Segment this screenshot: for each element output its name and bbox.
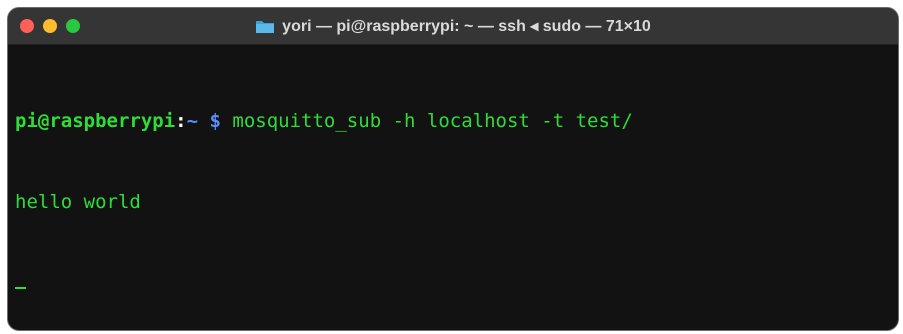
prompt-user-host: pi@raspberrypi — [15, 110, 176, 132]
window-title: yori — pi@raspberrypi: ~ — ssh ◂ sudo — … — [282, 18, 651, 35]
cursor-line — [15, 270, 898, 297]
title-bar[interactable]: yori — pi@raspberrypi: ~ — ssh ◂ sudo — … — [8, 8, 898, 45]
terminal-content[interactable]: pi@raspberrypi:~ $ mosquitto_sub -h loca… — [15, 54, 898, 330]
command-text: mosquitto_sub -h localhost -t test/ — [232, 110, 633, 132]
cursor — [15, 287, 26, 289]
prompt-separator: : — [175, 110, 187, 132]
output-line: hello world — [15, 191, 141, 213]
command-line: pi@raspberrypi:~ $ mosquitto_sub -h loca… — [15, 108, 898, 135]
terminal-window: yori — pi@raspberrypi: ~ — ssh ◂ sudo — … — [8, 8, 898, 330]
prompt-path: ~ — [186, 110, 199, 132]
prompt-symbol: $ — [209, 110, 221, 132]
folder-icon — [256, 21, 275, 33]
window-title-area: yori — pi@raspberrypi: ~ — ssh ◂ sudo — … — [8, 8, 898, 44]
